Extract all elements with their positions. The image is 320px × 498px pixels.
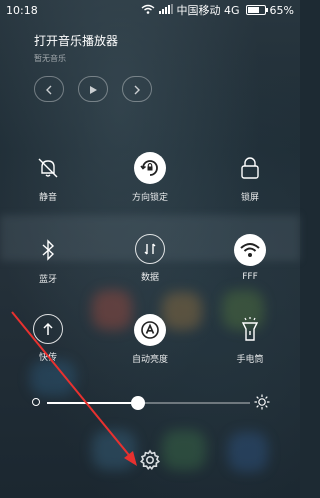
- auto-brightness-icon: [134, 314, 166, 346]
- settings-button[interactable]: [139, 449, 161, 475]
- brightness-low-icon: [32, 398, 40, 406]
- lock-icon: [234, 152, 266, 184]
- battery-icon: [245, 5, 268, 15]
- flashlight-icon: [234, 314, 266, 346]
- rotation-lock-icon: [134, 152, 166, 184]
- toggle-mobile-data[interactable]: 数据: [115, 234, 185, 283]
- music-subtitle: 暂无音乐: [34, 54, 66, 63]
- chevron-right-icon: [132, 80, 142, 99]
- toggle-silent[interactable]: 静音: [13, 152, 83, 203]
- toggle-label: 自动亮度: [131, 355, 168, 365]
- wifi-icon: [234, 234, 266, 266]
- brightness-thumb[interactable]: [131, 396, 146, 410]
- toggle-label: 静音: [38, 193, 57, 203]
- toggle-flashlight[interactable]: 手电筒: [215, 314, 285, 365]
- toggle-wifi[interactable]: FFF: [215, 234, 285, 282]
- toggle-rotation-lock[interactable]: 方向锁定: [115, 152, 185, 203]
- toggle-bluetooth[interactable]: 蓝牙: [13, 234, 83, 285]
- chevron-left-icon: [44, 80, 54, 99]
- toggle-label: 蓝牙: [38, 275, 57, 285]
- music-title[interactable]: 打开音乐播放器: [34, 32, 118, 49]
- gear-icon: [139, 449, 161, 475]
- toggle-label: 锁屏: [240, 193, 259, 203]
- toggle-label: 手电筒: [236, 355, 264, 365]
- cell-signal-icon: [158, 3, 173, 17]
- status-time: 10:18: [6, 3, 38, 17]
- music-widget[interactable]: 打开音乐播放器 暂无音乐: [34, 32, 118, 64]
- bluetooth-icon: [32, 234, 64, 266]
- carrier-label: 中国移动 4G: [176, 4, 240, 17]
- toggle-label: 方向锁定: [131, 193, 168, 203]
- previous-button[interactable]: [34, 76, 64, 102]
- music-controls: [34, 76, 152, 102]
- play-icon: [88, 80, 98, 99]
- brightness-fill: [47, 402, 139, 404]
- mobile-data-icon: [135, 234, 165, 264]
- bell-off-icon: [32, 152, 64, 184]
- toggle-label: 快传: [38, 353, 57, 363]
- brightness-slider[interactable]: [30, 393, 270, 413]
- status-bar: 10:18 中国移动 4G 65%: [0, 0, 300, 20]
- toggle-label: 数据: [140, 273, 159, 283]
- toggle-label: FFF: [242, 272, 258, 282]
- battery-percent: 65%: [269, 3, 294, 17]
- toggle-lock-screen[interactable]: 锁屏: [215, 152, 285, 203]
- next-button[interactable]: [122, 76, 152, 102]
- toggle-auto-brightness[interactable]: 自动亮度: [115, 314, 185, 365]
- brightness-high-icon: [254, 394, 270, 414]
- quick-transfer-icon: [33, 314, 63, 344]
- toggle-quick-transfer[interactable]: 快传: [13, 314, 83, 363]
- wifi-signal-icon: [141, 4, 155, 17]
- play-button[interactable]: [78, 76, 108, 102]
